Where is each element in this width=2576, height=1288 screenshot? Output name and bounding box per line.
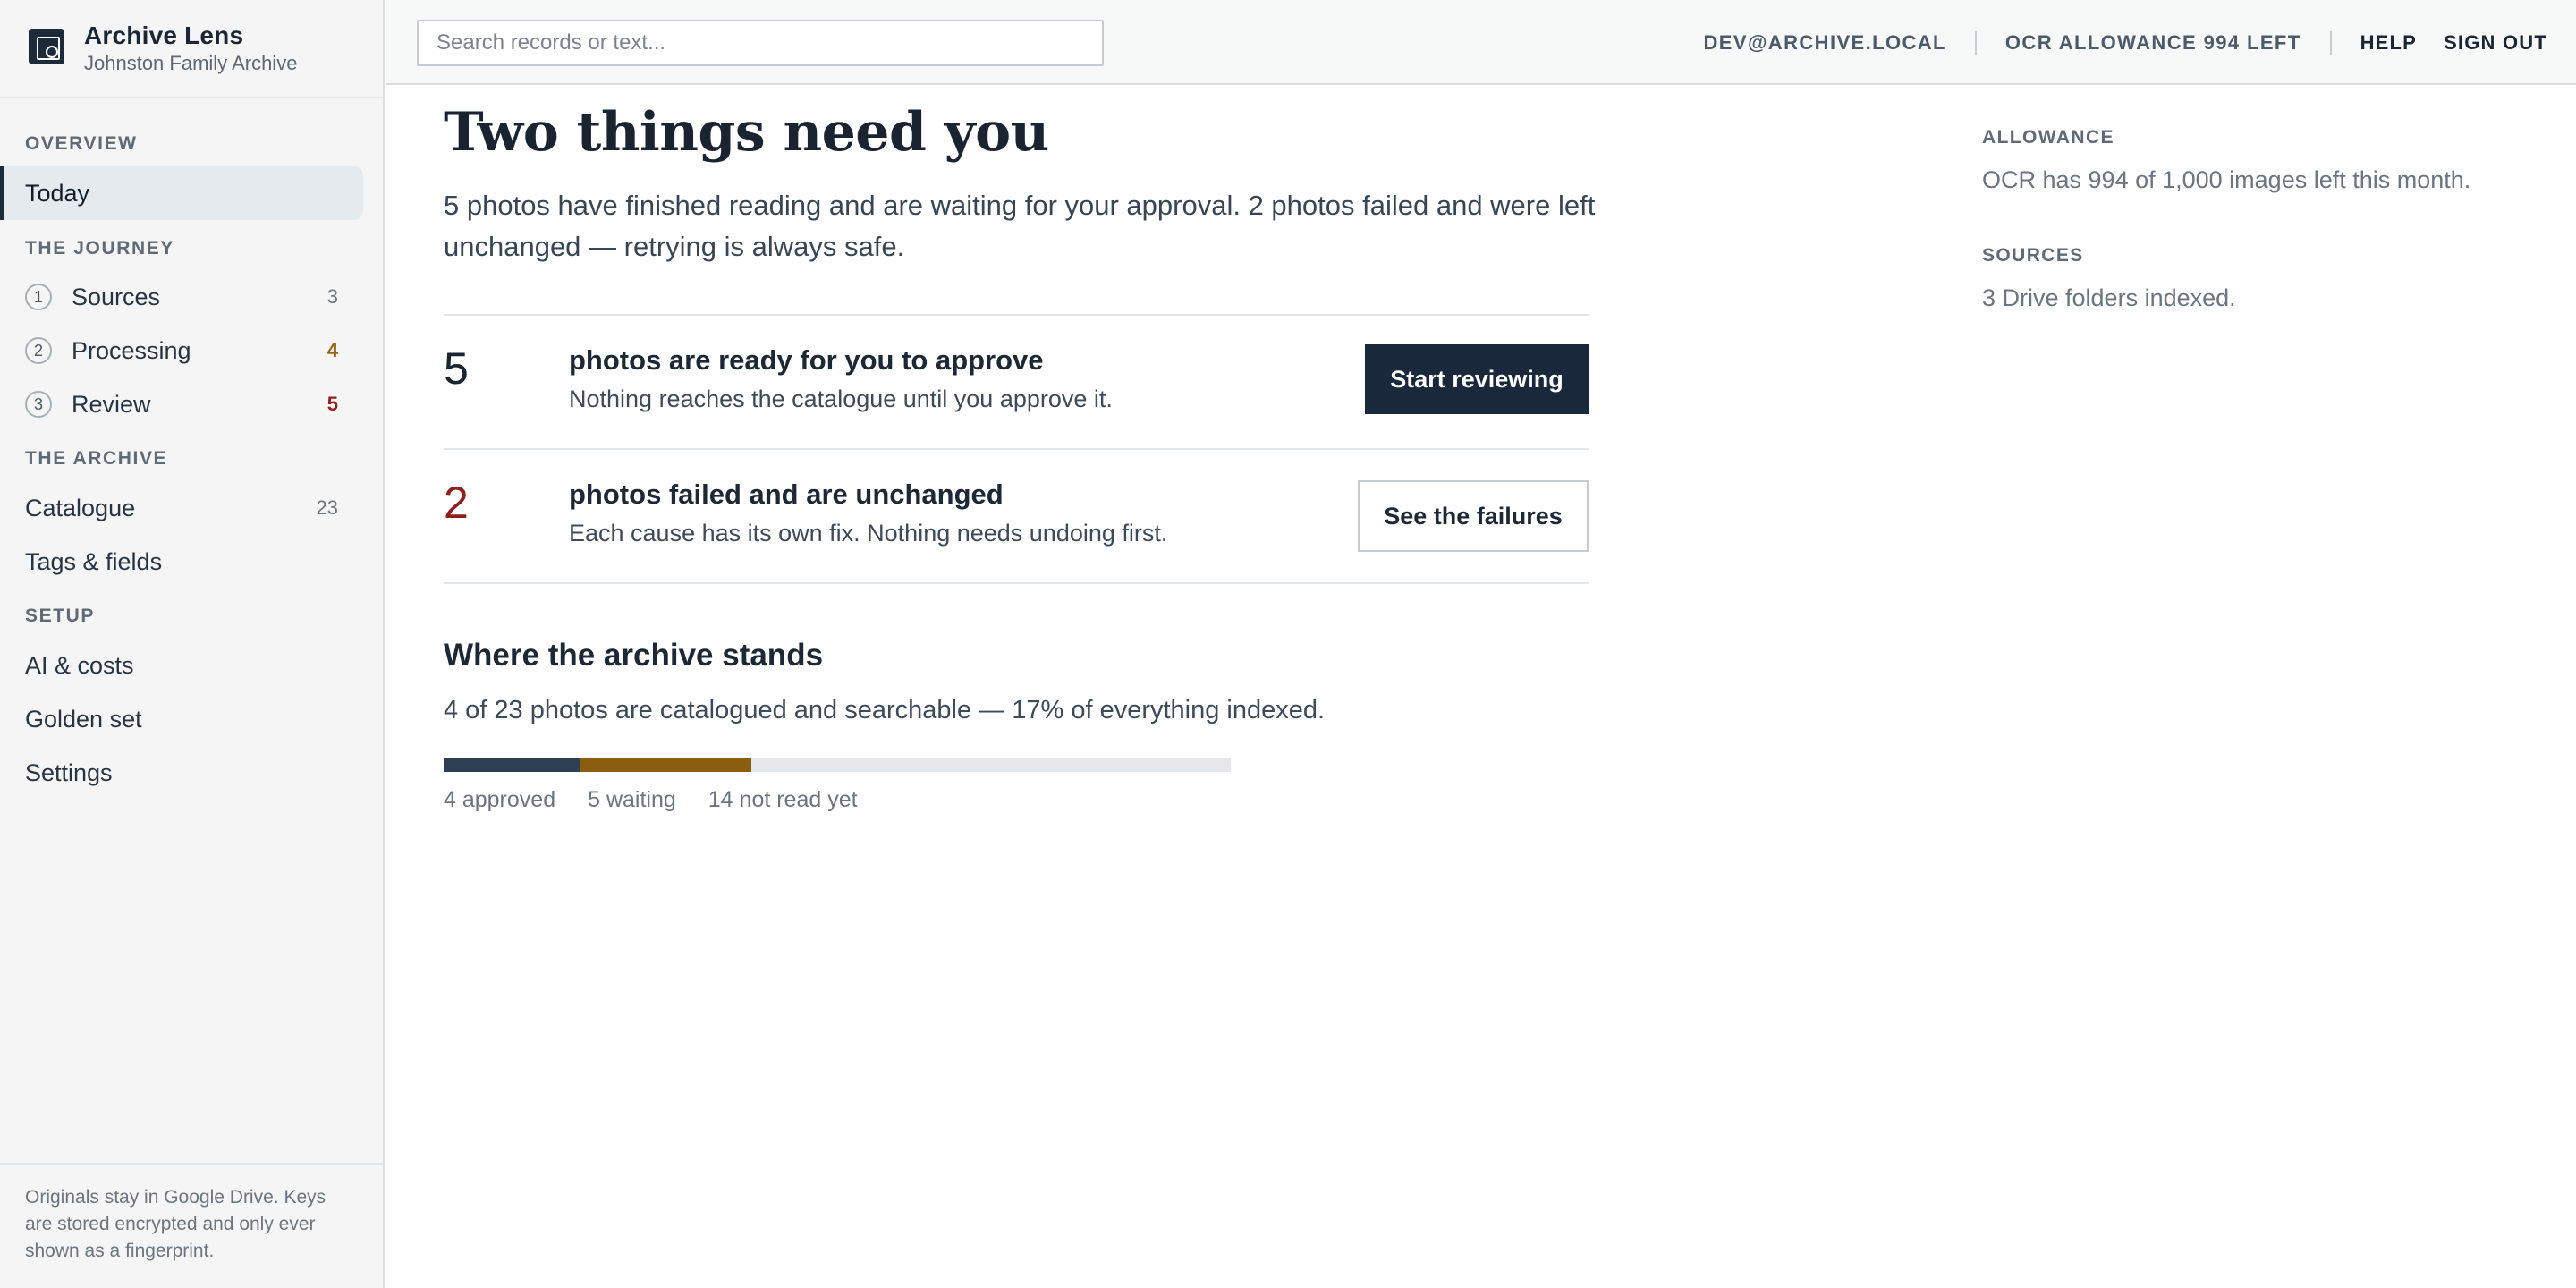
- failed-title: photos failed and are unchanged: [569, 479, 1004, 510]
- help-link[interactable]: HELP: [2360, 31, 2417, 55]
- nav-section-journey: THE JOURNEY: [25, 238, 174, 258]
- failed-row: 2 photos failed and are unchanged Each c…: [444, 450, 1589, 582]
- nav-section-overview: OVERVIEW: [25, 133, 138, 154]
- legend-approved: 4 approved: [444, 787, 556, 812]
- divider: [2329, 30, 2332, 55]
- nav-section-setup: SETUP: [25, 606, 96, 626]
- page-title: Two things need you: [444, 101, 1049, 164]
- divider: [444, 582, 1589, 584]
- sidebar-item-tags-fields[interactable]: Tags & fields: [0, 535, 363, 589]
- sidebar-item-today[interactable]: Today: [0, 166, 363, 220]
- divider: [1974, 30, 1977, 55]
- sidebar-item-review[interactable]: 3 Review 5: [0, 377, 363, 431]
- app-name: Archive Lens: [84, 21, 244, 49]
- sidebar-item-label: Sources: [72, 283, 161, 310]
- archive-status-text: 4 of 23 photos are catalogued and search…: [444, 696, 1326, 724]
- search-input[interactable]: [417, 20, 1104, 66]
- legend-not-read: 14 not read yet: [708, 787, 858, 812]
- sidebar-item-label: Today: [25, 179, 90, 207]
- archive-logo-icon: [29, 29, 64, 64]
- legend-waiting: 5 waiting: [588, 787, 676, 812]
- failed-count: 2: [444, 478, 469, 528]
- sidebar-item-label: Catalogue: [25, 494, 136, 521]
- sidebar-item-catalogue[interactable]: Catalogue 23: [0, 481, 363, 535]
- sidebar: Archive Lens Johnston Family Archive OVE…: [0, 0, 385, 1288]
- step-1-icon: 1: [25, 284, 52, 310]
- ready-count: 5: [444, 343, 469, 394]
- nav-section-archive: THE ARCHIVE: [25, 448, 168, 469]
- sources-label: SOURCES: [1982, 245, 2084, 266]
- sidebar-item-label: Review: [72, 390, 151, 418]
- sidebar-footer-note: Originals stay in Google Drive. Keys are…: [0, 1163, 383, 1288]
- brand: Archive Lens Johnston Family Archive: [0, 0, 383, 98]
- sidebar-item-golden-set[interactable]: Golden set: [0, 692, 363, 746]
- progress-segment-waiting: [580, 758, 752, 772]
- sidebar-item-label: Golden set: [25, 705, 142, 733]
- ocr-allowance: OCR ALLOWANCE 994 LEFT: [2004, 30, 2301, 54]
- processing-count: 4: [326, 339, 338, 361]
- ready-to-approve-row: 5 photos are ready for you to approve No…: [444, 316, 1589, 448]
- failed-description: Each cause has its own fix. Nothing need…: [569, 520, 1168, 547]
- sidebar-item-ai-costs[interactable]: AI & costs: [0, 639, 363, 692]
- sidebar-item-label: Processing: [72, 336, 191, 364]
- top-bar: DEV@ARCHIVE.LOCAL OCR ALLOWANCE 994 LEFT…: [386, 0, 2576, 85]
- progress-segment-not-read: [751, 758, 1231, 772]
- top-links: DEV@ARCHIVE.LOCAL OCR ALLOWANCE 994 LEFT…: [1704, 0, 2547, 85]
- archive-progress-bar: [444, 758, 1231, 772]
- progress-legend: 4 approved 5 waiting 14 not read yet: [444, 787, 858, 813]
- sources-text: 3 Drive folders indexed.: [1982, 284, 2236, 311]
- see-failures-button[interactable]: See the failures: [1358, 480, 1589, 552]
- review-count: 5: [326, 393, 338, 415]
- sign-out-link[interactable]: SIGN OUT: [2444, 31, 2547, 55]
- allowance-text: OCR has 994 of 1,000 images left this mo…: [1982, 166, 2471, 193]
- archive-name: Johnston Family Archive: [84, 52, 298, 74]
- sources-count: 3: [326, 285, 338, 308]
- start-reviewing-button[interactable]: Start reviewing: [1365, 344, 1589, 414]
- archive-status-title: Where the archive stands: [444, 638, 824, 673]
- progress-segment-approved: [444, 758, 581, 772]
- sidebar-item-settings[interactable]: Settings: [0, 746, 363, 800]
- user-email: DEV@ARCHIVE.LOCAL: [1703, 30, 1946, 54]
- sidebar-item-processing[interactable]: 2 Processing 4: [0, 324, 363, 377]
- catalogue-count: 23: [316, 496, 338, 519]
- step-3-icon: 3: [25, 391, 52, 418]
- page-lead: 5 photos have finished reading and are w…: [444, 190, 1596, 262]
- sidebar-item-label: Settings: [25, 758, 113, 786]
- ready-description: Nothing reaches the catalogue until you …: [569, 386, 1113, 412]
- sidebar-item-sources[interactable]: 1 Sources 3: [0, 270, 363, 324]
- ready-title: photos are ready for you to approve: [569, 344, 1044, 376]
- sidebar-item-label: AI & costs: [25, 651, 134, 679]
- sidebar-item-label: Tags & fields: [25, 547, 163, 575]
- step-2-icon: 2: [25, 337, 52, 364]
- allowance-label: ALLOWANCE: [1982, 127, 2114, 148]
